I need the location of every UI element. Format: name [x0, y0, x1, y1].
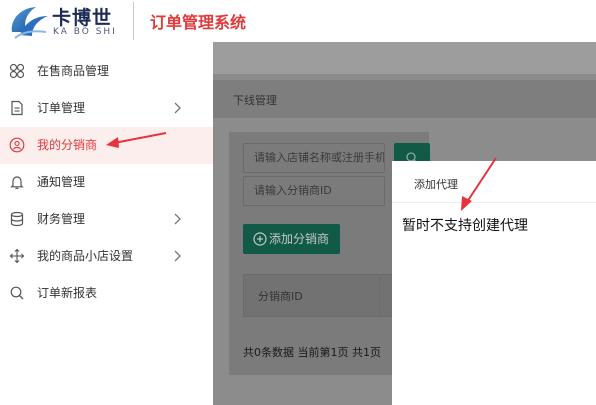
add-distributor-label: 添加分销商	[269, 232, 330, 246]
distributor-id-input[interactable]: 请输入分销商ID	[243, 176, 385, 206]
top-strip	[213, 42, 596, 74]
search-icon	[10, 286, 24, 300]
logo-chinese-text: 卡博世	[52, 7, 113, 29]
modal-title: 添加代理	[414, 178, 458, 191]
sidebar-item-finance[interactable]: 财务管理	[0, 201, 213, 238]
table-header: 分销商ID	[243, 274, 393, 317]
user-circle-icon	[9, 137, 25, 153]
sidebar-item-products-on-sale[interactable]: 在售商品管理	[0, 53, 213, 90]
sidebar-item-label: 订单管理	[37, 101, 86, 115]
document-icon	[11, 100, 23, 116]
chevron-right-icon	[174, 213, 181, 225]
sidebar-item-shop-settings[interactable]: 我的商品小店设置	[0, 238, 213, 275]
kaboshi-logo-icon	[11, 7, 48, 39]
app-title: 订单管理系统	[150, 13, 247, 32]
logo-english-text: KA BO SHI	[53, 27, 117, 37]
table-column-divider	[379, 274, 380, 317]
header-divider	[133, 2, 134, 40]
move-arrows-icon	[9, 248, 25, 264]
annotation-arrow-icon	[106, 132, 167, 148]
breadcrumb-bar: 下线管理	[213, 80, 596, 118]
sidebar: 在售商品管理 订单管理 我的分销商 通知管理 财务管理 我的商品小店设置 订单新…	[0, 53, 213, 405]
database-icon	[10, 211, 24, 227]
sidebar-item-label: 我的分销商	[37, 138, 98, 152]
chevron-right-icon	[174, 250, 181, 262]
sidebar-item-orders[interactable]: 订单管理	[0, 90, 213, 127]
app-header: 卡博世 KA BO SHI 订单管理系统	[0, 0, 596, 42]
breadcrumb: 下线管理	[233, 94, 277, 107]
sidebar-item-label: 在售商品管理	[37, 64, 110, 78]
annotation-arrow-icon	[461, 157, 497, 211]
sidebar-item-label: 通知管理	[37, 175, 86, 189]
bell-icon	[10, 176, 24, 189]
column-header-distributor-id: 分销商ID	[258, 290, 303, 303]
chevron-right-icon	[174, 102, 181, 114]
sidebar-item-label: 财务管理	[37, 212, 86, 226]
sidebar-item-label: 我的商品小店设置	[37, 249, 134, 263]
sidebar-item-label: 订单新报表	[37, 286, 98, 300]
sidebar-item-notifications[interactable]: 通知管理	[0, 164, 213, 201]
sidebar-item-order-reports[interactable]: 订单新报表	[0, 275, 213, 312]
brand-logo[interactable]: 卡博世 KA BO SHI	[6, 2, 132, 40]
store-search-input[interactable]: 请输入店铺名称或注册手机号	[243, 143, 385, 173]
modal-message: 暂时不支持创建代理	[402, 218, 528, 234]
grid-icon	[9, 63, 25, 79]
plus-circle-icon	[253, 232, 267, 246]
pagination-info: 共0条数据 当前第1页 共1页	[243, 346, 381, 359]
add-distributor-button[interactable]: 添加分销商	[243, 224, 340, 254]
